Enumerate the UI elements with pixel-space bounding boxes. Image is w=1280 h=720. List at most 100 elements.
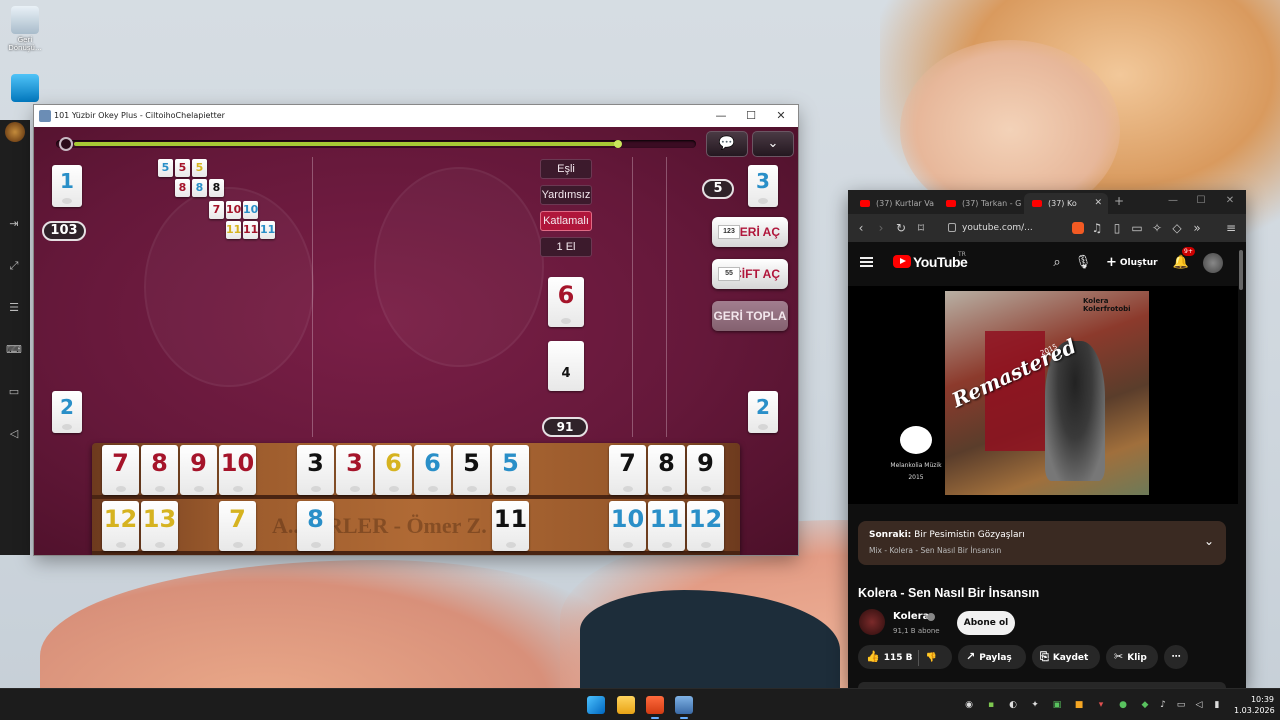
tray-app-icon[interactable]: ◐: [1007, 699, 1019, 711]
geri-topla-button[interactable]: GERİ TOPLA: [712, 301, 788, 331]
thumbs-up-icon[interactable]: 👍: [866, 645, 880, 669]
clock[interactable]: 10:39 1.03.2026: [1234, 694, 1275, 716]
desktop-icon-this-pc[interactable]: [6, 74, 44, 104]
browser-tab[interactable]: (37) Kurtlar Va: [852, 193, 936, 214]
rack-tile[interactable]: 12: [102, 501, 139, 551]
back-icon[interactable]: ‹: [854, 220, 868, 236]
menu-icon[interactable]: [860, 257, 873, 267]
new-tab-button[interactable]: +: [1112, 193, 1126, 209]
rack-tile[interactable]: 11: [648, 501, 685, 551]
url-field[interactable]: youtube.com/...: [944, 218, 1064, 238]
file-explorer-icon[interactable]: [617, 696, 635, 714]
okey-game-icon[interactable]: [675, 696, 693, 714]
up-next-card[interactable]: Sonraki: Bir Pesimistin Gözyaşları Mix -…: [858, 521, 1226, 565]
brave-browser-icon[interactable]: [646, 696, 664, 714]
brave-shield-icon[interactable]: [1072, 222, 1084, 234]
rack-tile[interactable]: 5: [453, 445, 490, 495]
clip-button[interactable]: ✂ Klip: [1106, 645, 1158, 669]
create-button[interactable]: + Oluştur: [1100, 252, 1164, 274]
save-button[interactable]: ⎘ Kaydet: [1032, 645, 1100, 669]
video-player[interactable]: Melankolia Müzik 2015 Remastered 2015 Ko…: [848, 286, 1238, 504]
subscribe-button[interactable]: Abone ol: [957, 611, 1015, 635]
volume-icon[interactable]: ◁: [5, 426, 23, 442]
rack-tile[interactable]: 3: [336, 445, 373, 495]
rack-tile[interactable]: 13: [141, 501, 178, 551]
sidebar-icon[interactable]: ▯: [1110, 220, 1124, 236]
channel-avatar[interactable]: [859, 609, 885, 635]
search-icon[interactable]: ⌕: [1048, 254, 1066, 272]
extension-icon[interactable]: ♫: [1090, 220, 1104, 236]
avatar[interactable]: [1203, 253, 1223, 273]
tray-app-icon[interactable]: ▪: [985, 699, 997, 711]
browser-tab[interactable]: (37) Tarkan - G: [938, 193, 1022, 214]
rack-tile[interactable]: 3: [297, 445, 334, 495]
volume-icon[interactable]: ◁: [1193, 699, 1205, 711]
notifications-icon[interactable]: 🔔: [1172, 254, 1190, 272]
bookmark-icon[interactable]: ⌑: [914, 220, 928, 236]
tray-app-icon[interactable]: ■: [1073, 699, 1085, 711]
rack-tile[interactable]: 9: [180, 445, 217, 495]
rack-tile[interactable]: 11: [492, 501, 529, 551]
rack-tile[interactable]: 9: [687, 445, 724, 495]
tray-app-icon[interactable]: ▾: [1095, 699, 1107, 711]
browser-menu-icon[interactable]: ≡: [1224, 220, 1238, 236]
tab-close-icon[interactable]: ✕: [1094, 193, 1102, 214]
close-button[interactable]: ✕: [766, 105, 796, 127]
rack-tile[interactable]: 12: [687, 501, 724, 551]
rack-tile[interactable]: 10: [219, 445, 256, 495]
rack-tile[interactable]: 8: [141, 445, 178, 495]
more-actions-button[interactable]: ⋯: [1164, 645, 1188, 669]
seri-ac-button[interactable]: 123 SERİ AÇ: [712, 217, 788, 247]
sign-in-icon[interactable]: ⇥: [5, 216, 23, 232]
start-icon[interactable]: [587, 696, 605, 714]
vpn-icon[interactable]: ◇: [1170, 220, 1184, 236]
avatar[interactable]: [5, 122, 25, 142]
label-icon[interactable]: ▭: [5, 384, 23, 400]
youtube-logo-icon[interactable]: [893, 255, 911, 268]
chat-button[interactable]: 💬: [706, 131, 748, 157]
microphone-icon[interactable]: ♪: [1157, 699, 1169, 711]
chevron-down-icon[interactable]: ⌄: [1204, 534, 1214, 548]
game-titlebar[interactable]: 101 Yüzbir Okey Plus - CiltoihoChelapiet…: [34, 105, 798, 127]
keyboard-icon[interactable]: ⌨: [5, 342, 23, 358]
microphone-icon[interactable]: 🎙: [1074, 254, 1092, 272]
maximize-button[interactable]: ☐: [736, 105, 766, 127]
network-icon[interactable]: ▭: [1175, 699, 1187, 711]
battery-icon[interactable]: ▮: [1211, 699, 1223, 711]
thumbs-down-icon[interactable]: 👎: [925, 653, 936, 663]
menu-button[interactable]: ⌄: [752, 131, 794, 157]
tray-app-icon[interactable]: ●: [1117, 699, 1129, 711]
cift-ac-button[interactable]: 55 ÇİFT AÇ: [712, 259, 788, 289]
rack-tile[interactable]: 7: [609, 445, 646, 495]
channel-name[interactable]: Kolera: [893, 611, 929, 622]
maximize-button[interactable]: ☐: [1194, 193, 1208, 209]
more-extensions-icon[interactable]: »: [1190, 220, 1204, 236]
tray-app-icon[interactable]: ▣: [1051, 699, 1063, 711]
minimize-button[interactable]: —: [1166, 193, 1180, 209]
leo-icon[interactable]: ✧: [1150, 220, 1164, 236]
reload-icon[interactable]: ↻: [894, 220, 908, 236]
sliders-icon[interactable]: ☰: [5, 300, 23, 316]
wallet-icon[interactable]: ▭: [1130, 220, 1144, 236]
scrollbar[interactable]: [1239, 250, 1243, 290]
rack-tile[interactable]: 6: [414, 445, 451, 495]
rack-tile[interactable]: 8: [297, 501, 334, 551]
like-count[interactable]: 115 B: [884, 653, 913, 663]
rack-tile[interactable]: 7: [102, 445, 139, 495]
rack-tile[interactable]: 8: [648, 445, 685, 495]
forward-icon[interactable]: ›: [874, 220, 888, 236]
share-button[interactable]: ↗ Paylaş: [958, 645, 1026, 669]
rack-tile[interactable]: 7: [219, 501, 256, 551]
tray-app-icon[interactable]: ✦: [1029, 699, 1041, 711]
rack-tile[interactable]: 10: [609, 501, 646, 551]
tray-app-icon[interactable]: ◆: [1139, 699, 1151, 711]
minimize-button[interactable]: —: [706, 105, 736, 127]
rack-tile[interactable]: 6: [375, 445, 412, 495]
close-button[interactable]: ✕: [1223, 193, 1237, 209]
browser-tab-active[interactable]: (37) Ko ✕: [1024, 193, 1108, 214]
desktop-icon-recycle-bin[interactable]: Geri Dönüşü...: [6, 6, 44, 52]
tray-app-icon[interactable]: ◉: [963, 699, 975, 711]
expand-icon[interactable]: ⤢: [5, 258, 23, 274]
rack-tile[interactable]: 5: [492, 445, 529, 495]
draw-pile-tile[interactable]: 4: [548, 341, 584, 391]
